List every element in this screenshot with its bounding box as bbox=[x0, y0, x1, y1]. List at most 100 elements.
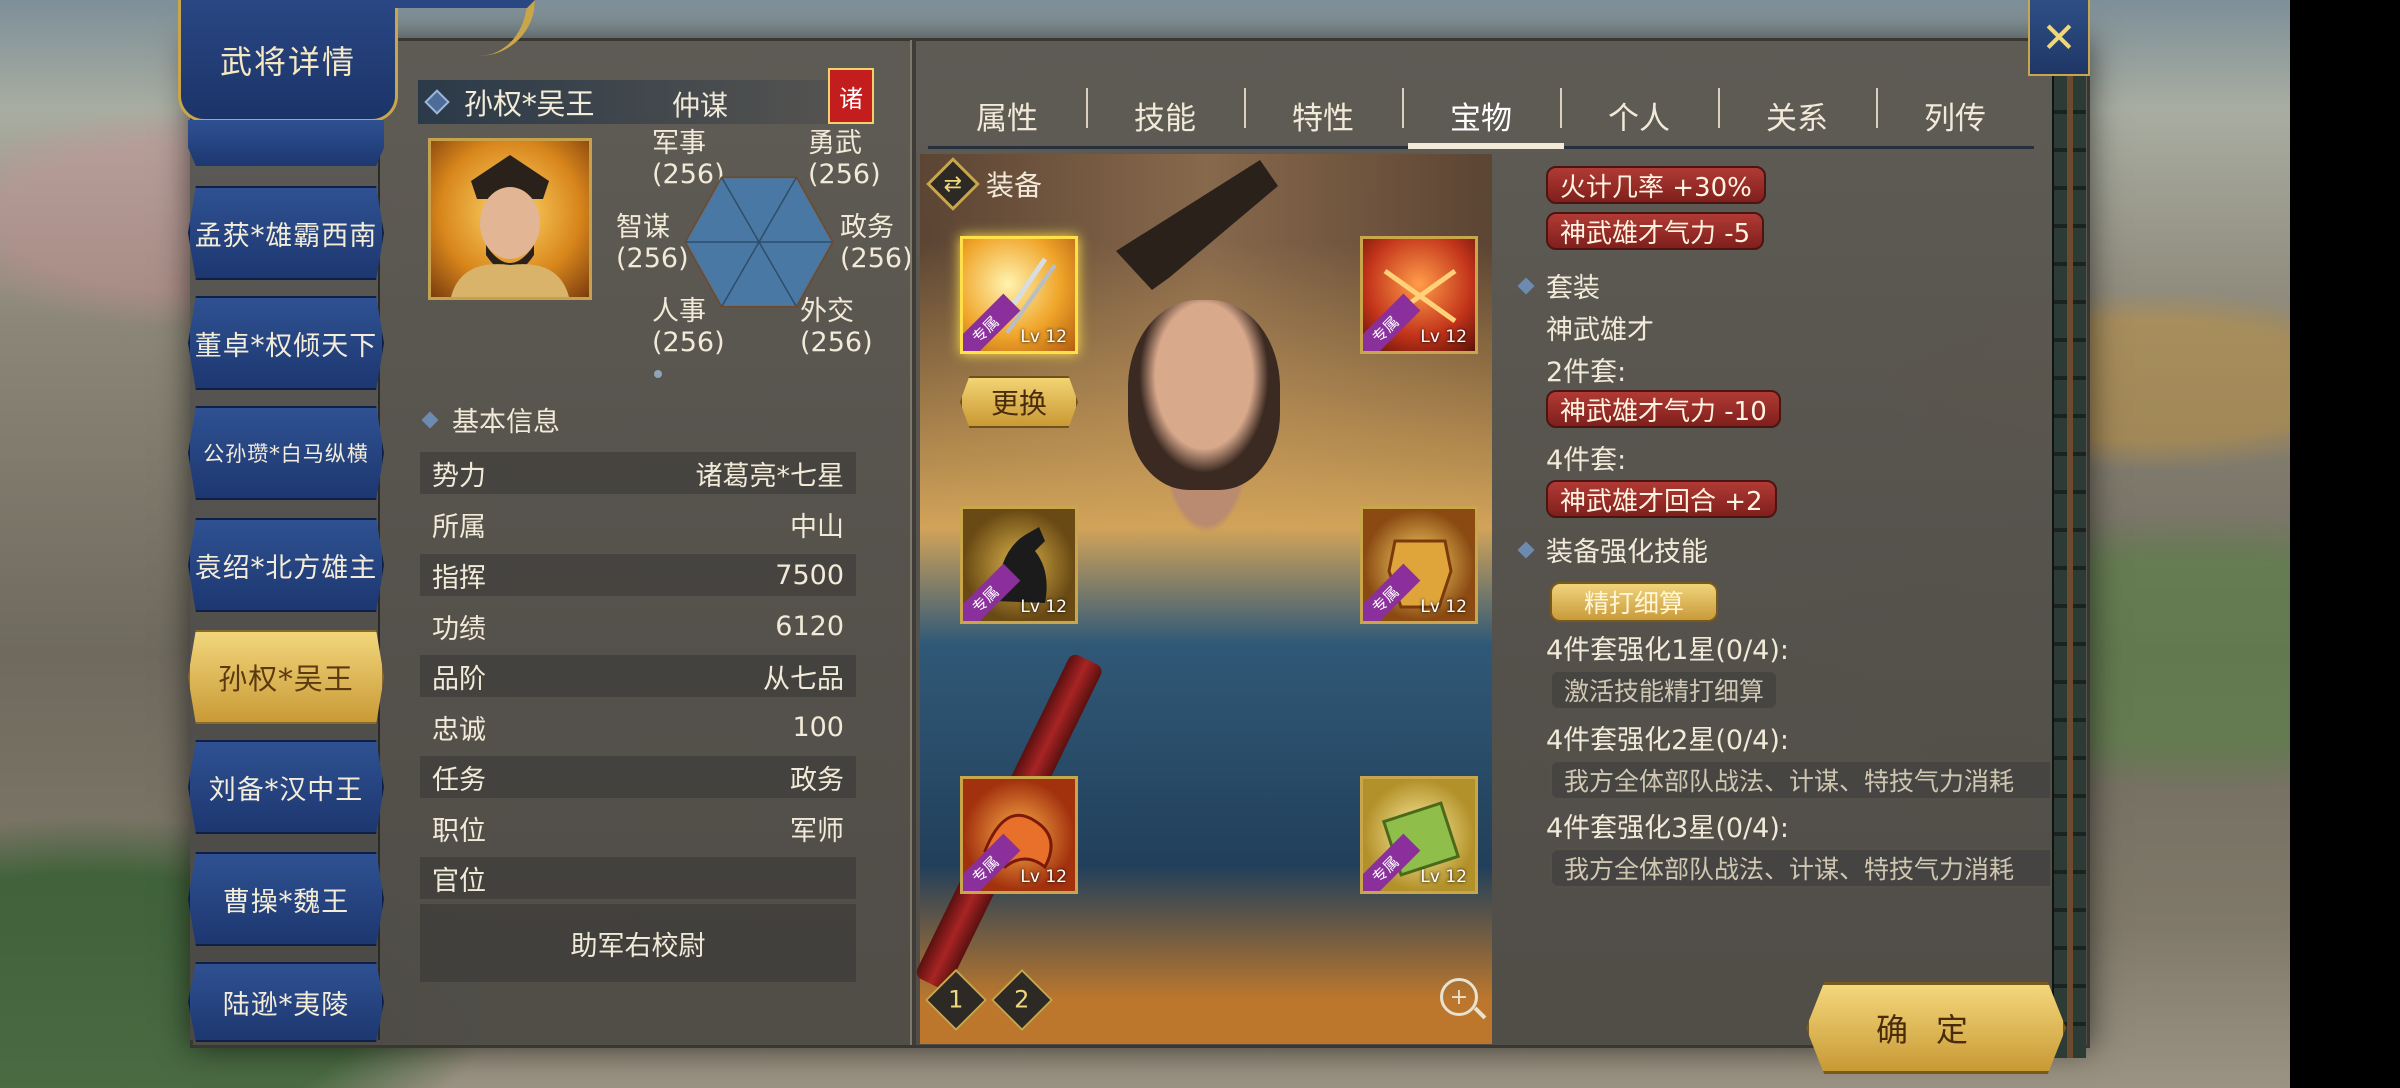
info-value: 诸葛亮*七星 bbox=[695, 460, 845, 492]
stat-label: 政务 bbox=[840, 212, 894, 243]
tab-relations[interactable]: 关系 bbox=[1718, 80, 1876, 150]
general-name-bar: 孙权*吴王 bbox=[418, 80, 828, 124]
tab-treasures[interactable]: 宝物 bbox=[1402, 80, 1560, 150]
scroll-rail[interactable] bbox=[2052, 38, 2086, 1058]
tab-personal[interactable]: 个人 bbox=[1560, 80, 1718, 150]
info-label: 任务 bbox=[432, 764, 486, 796]
general-portrait-icon bbox=[451, 155, 569, 297]
effect-tag: 火计几率 +30% bbox=[1546, 166, 1766, 204]
general-list-label: 公孙瓒*白马纵横 bbox=[203, 442, 369, 466]
stat-value: (256) bbox=[652, 327, 725, 358]
general-list-item[interactable]: 董卓*权倾天下 bbox=[188, 296, 384, 390]
diamond-icon bbox=[421, 411, 439, 428]
enhance-2-effect: 我方全体部队战法、计谋、特技气力消耗 bbox=[1550, 760, 2050, 800]
set-header: 套装 bbox=[1517, 266, 1600, 305]
window-title-banner: 武将详情 bbox=[178, 0, 398, 122]
general-list-label: 孟获*雄霸西南 bbox=[194, 220, 378, 252]
general-list-label: 曹操*魏王 bbox=[222, 886, 350, 918]
equipment-level: Lv 12 bbox=[1420, 867, 1467, 887]
close-x-icon: ✕ bbox=[2041, 12, 2077, 62]
equipment-level: Lv 12 bbox=[1420, 327, 1467, 347]
general-portrait[interactable] bbox=[428, 138, 592, 300]
faction-badge: 诸 bbox=[828, 68, 874, 124]
enhance-2-label: 4件套强化2星(0/4): bbox=[1546, 725, 1789, 756]
general-list-item[interactable]: 孟获*雄霸西南 bbox=[188, 186, 384, 280]
general-list-label: 陆逊*夷陵 bbox=[222, 989, 350, 1021]
official-title: 助军右校尉 bbox=[570, 930, 706, 962]
enhance-3-effect: 我方全体部队战法、计谋、特技气力消耗 bbox=[1550, 848, 2050, 888]
official-title-row: 助军右校尉 bbox=[420, 904, 856, 982]
enhance-1-label: 4件套强化1星(0/4): bbox=[1546, 635, 1789, 666]
set4-effect: 神武雄才回合 +2 bbox=[1546, 480, 1777, 518]
info-label: 品阶 bbox=[432, 663, 486, 695]
basic-info-title: 基本信息 bbox=[452, 407, 560, 438]
stat-value: (256) bbox=[800, 327, 873, 358]
basic-info-header: 基本信息 bbox=[421, 400, 560, 439]
diamond-icon bbox=[1517, 541, 1535, 558]
tab-biography[interactable]: 列传 bbox=[1876, 80, 2034, 150]
general-list-item[interactable]: 陆逊*夷陵 bbox=[188, 962, 384, 1042]
equipment-slot[interactable]: 专属 Lv 12 bbox=[1360, 776, 1478, 894]
info-label: 势力 bbox=[432, 460, 486, 492]
detail-tabs: 属性 技能 特性 宝物 个人 关系 列传 bbox=[928, 80, 2034, 150]
close-button[interactable]: ✕ bbox=[2028, 0, 2090, 76]
swap-icon[interactable]: ⇄ bbox=[926, 157, 980, 211]
info-label: 官位 bbox=[432, 865, 486, 897]
general-list-label: 袁绍*北方雄主 bbox=[194, 552, 378, 584]
equipment-title: 装备 bbox=[986, 169, 1043, 202]
set-header-label: 套装 bbox=[1546, 273, 1600, 304]
panel-divider bbox=[910, 40, 916, 1045]
confirm-button[interactable]: 确定 bbox=[1806, 982, 2066, 1074]
equipment-slot[interactable]: 专属 Lv 12 bbox=[960, 506, 1078, 624]
equipment-level: Lv 12 bbox=[1420, 597, 1467, 617]
info-row: 官位 bbox=[420, 857, 856, 899]
general-list-item[interactable]: 袁绍*北方雄主 bbox=[188, 518, 384, 612]
equipment-slot[interactable]: 专属 Lv 12 bbox=[960, 236, 1078, 354]
equipment-slot[interactable]: 专属 Lv 12 bbox=[960, 776, 1078, 894]
zoom-in-icon[interactable]: + bbox=[1440, 978, 1478, 1016]
set-name: 神武雄才 bbox=[1546, 315, 1654, 346]
tab-traits[interactable]: 特性 bbox=[1244, 80, 1402, 150]
diamond-icon bbox=[1517, 277, 1535, 294]
general-list-item[interactable]: 曹操*魏王 bbox=[188, 852, 384, 946]
set4-label: 4件套: bbox=[1546, 445, 1627, 476]
stats-hexagon-chart bbox=[684, 176, 834, 308]
replace-equipment-button[interactable]: 更换 bbox=[960, 376, 1078, 428]
general-list-item[interactable]: 公孙瓒*白马纵横 bbox=[188, 406, 384, 500]
equipment-slot[interactable]: 专属 Lv 12 bbox=[1360, 236, 1478, 354]
page-indicator-dot bbox=[654, 370, 662, 378]
equipment-slot[interactable]: 专属 Lv 12 bbox=[1360, 506, 1478, 624]
enhance-3-label: 4件套强化3星(0/4): bbox=[1546, 813, 1789, 844]
general-list-item-selected[interactable]: 孙权*吴王 bbox=[188, 630, 384, 724]
page-number: 2 bbox=[1014, 986, 1030, 1014]
stat-value: (256) bbox=[616, 243, 689, 274]
window-title: 武将详情 bbox=[219, 42, 356, 81]
equipment-header: ⇄ 装备 bbox=[926, 157, 1043, 211]
info-value: 政务 bbox=[790, 764, 844, 796]
info-row: 职位 军师 bbox=[420, 807, 856, 849]
info-value: 中山 bbox=[790, 511, 844, 543]
info-value: 6120 bbox=[775, 610, 844, 642]
enhance-header: 装备强化技能 bbox=[1517, 530, 1708, 569]
info-label: 功绩 bbox=[432, 613, 486, 645]
info-row: 指挥 7500 bbox=[420, 554, 856, 596]
enhance-header-label: 装备强化技能 bbox=[1546, 537, 1708, 568]
treasure-details: 火计几率 +30% 神武雄才气力 -5 套装 神武雄才 2件套: 神武雄才气力 … bbox=[1498, 154, 2050, 894]
general-list-item[interactable]: 刘备*汉中王 bbox=[188, 740, 384, 834]
tab-attributes[interactable]: 属性 bbox=[928, 80, 1086, 150]
screen-edge bbox=[2290, 0, 2400, 1088]
tab-skills[interactable]: 技能 bbox=[1086, 80, 1244, 150]
info-row: 任务 政务 bbox=[420, 756, 856, 798]
set2-label: 2件套: bbox=[1546, 357, 1627, 388]
enhance-1-effect: 激活技能精打细算 bbox=[1550, 670, 1779, 710]
general-list-item-partial[interactable] bbox=[188, 120, 384, 166]
info-label: 所属 bbox=[432, 511, 486, 543]
page-number: 1 bbox=[948, 986, 964, 1014]
general-list-label: 董卓*权倾天下 bbox=[194, 330, 378, 362]
stat-label: 智谋 bbox=[616, 212, 670, 243]
info-value: 100 bbox=[792, 711, 844, 743]
info-row: 势力 诸葛亮*七星 bbox=[420, 452, 856, 494]
enhance-skill-badge[interactable]: 精打细算 bbox=[1550, 582, 1718, 622]
general-name: 孙权*吴王 bbox=[464, 87, 595, 121]
stat-strategy: 智谋 (256) bbox=[616, 212, 689, 274]
